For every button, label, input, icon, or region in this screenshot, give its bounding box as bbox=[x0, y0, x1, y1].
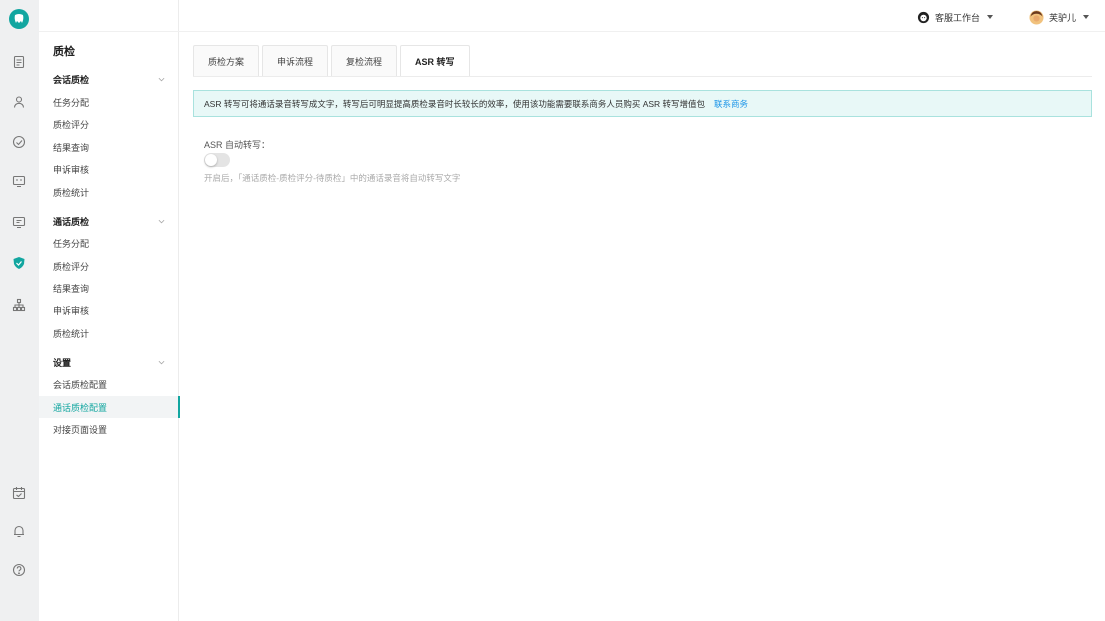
top-header: 客服工作台 芙驴儿 bbox=[39, 0, 1105, 32]
contact-sales-link[interactable]: 联系商务 bbox=[714, 98, 748, 110]
tab-appeal-flow[interactable]: 申诉流程 bbox=[262, 45, 329, 77]
workspace-switcher[interactable]: 客服工作台 bbox=[917, 9, 994, 25]
asr-auto-switch[interactable] bbox=[204, 153, 230, 167]
shield-icon[interactable] bbox=[10, 254, 28, 272]
sidebar-item-call-qc-config[interactable]: 通话质检配置 bbox=[39, 396, 180, 418]
sidebar-item-chat-qc-config[interactable]: 会话质检配置 bbox=[39, 373, 179, 395]
sidebar-item-qc-stats[interactable]: 质检统计 bbox=[39, 322, 179, 344]
chat-icon[interactable] bbox=[10, 172, 28, 190]
icon-rail bbox=[0, 0, 39, 621]
sidebar-item-page-integration[interactable]: 对接页面设置 bbox=[39, 418, 179, 440]
group-label: 设置 bbox=[53, 357, 72, 368]
alert-text: ASR 转写可将通话录音转写成文字，转写后可明显提高质检录音时长较长的效率，使用… bbox=[204, 98, 706, 109]
caret-down-icon bbox=[987, 15, 994, 19]
calendar-icon[interactable] bbox=[10, 484, 28, 502]
users-icon[interactable] bbox=[10, 93, 28, 111]
asr-hint: 开启后，「通话质检-质检评分-待质检」中的通话录音将自动转写文字 bbox=[204, 173, 461, 183]
app-logo[interactable] bbox=[9, 9, 29, 29]
caret-down-icon bbox=[1083, 15, 1090, 19]
chevron-down-icon bbox=[158, 360, 165, 364]
secondary-sidebar: 质检 会话质检 任务分配 质检评分 结果查询 申诉审核 质检统计 通话质检 任务… bbox=[39, 0, 180, 621]
headset-icon bbox=[917, 11, 930, 23]
monitor-icon[interactable] bbox=[10, 213, 28, 231]
sidebar-title: 质检 bbox=[53, 46, 75, 58]
workspace-label: 客服工作台 bbox=[935, 12, 981, 23]
asr-auto-label: ASR 自动转写： bbox=[204, 140, 271, 150]
sidebar-item-result-query[interactable]: 结果查询 bbox=[39, 136, 179, 158]
tab-qc-plan[interactable]: 质检方案 bbox=[193, 45, 260, 77]
group-call-qc[interactable]: 通话质检 bbox=[53, 213, 165, 229]
info-alert: ASR 转写可将通话录音转写成文字，转写后可明显提高质检录音时长较长的效率，使用… bbox=[193, 90, 1092, 117]
sidebar-item-task-assign[interactable]: 任务分配 bbox=[39, 91, 179, 113]
sidebar-item-qc-score[interactable]: 质检评分 bbox=[39, 113, 179, 135]
user-name: 芙驴儿 bbox=[1049, 12, 1077, 23]
sidebar-item-appeal-review[interactable]: 申诉审核 bbox=[39, 158, 179, 180]
list-icon[interactable] bbox=[10, 53, 28, 71]
tab-asr[interactable]: ASR 转写 bbox=[400, 45, 470, 77]
sidebar-item-task-assign[interactable]: 任务分配 bbox=[39, 232, 179, 254]
chevron-down-icon bbox=[158, 77, 165, 81]
group-label: 会话质检 bbox=[53, 74, 90, 85]
group-settings[interactable]: 设置 bbox=[53, 354, 165, 370]
sidebar-item-qc-stats[interactable]: 质检统计 bbox=[39, 181, 179, 203]
sidebar-item-qc-score[interactable]: 质检评分 bbox=[39, 255, 179, 277]
switch-knob bbox=[205, 154, 217, 166]
org-icon[interactable] bbox=[10, 296, 28, 314]
group-chat-qc[interactable]: 会话质检 bbox=[53, 71, 165, 87]
sidebar-item-appeal-review[interactable]: 申诉审核 bbox=[39, 299, 179, 321]
tab-divider bbox=[193, 76, 1092, 77]
avatar bbox=[1029, 9, 1044, 25]
user-menu[interactable]: 芙驴儿 bbox=[1029, 9, 1090, 25]
help-icon[interactable] bbox=[10, 561, 28, 579]
sidebar-item-result-query[interactable]: 结果查询 bbox=[39, 277, 179, 299]
chevron-down-icon bbox=[158, 219, 165, 223]
gauge-icon[interactable] bbox=[10, 133, 28, 151]
group-label: 通话质检 bbox=[53, 216, 90, 227]
tab-recheck-flow[interactable]: 复检流程 bbox=[331, 45, 398, 77]
bell-icon[interactable] bbox=[10, 522, 28, 540]
config-tabs: 质检方案 申诉流程 复检流程 ASR 转写 bbox=[193, 45, 470, 77]
